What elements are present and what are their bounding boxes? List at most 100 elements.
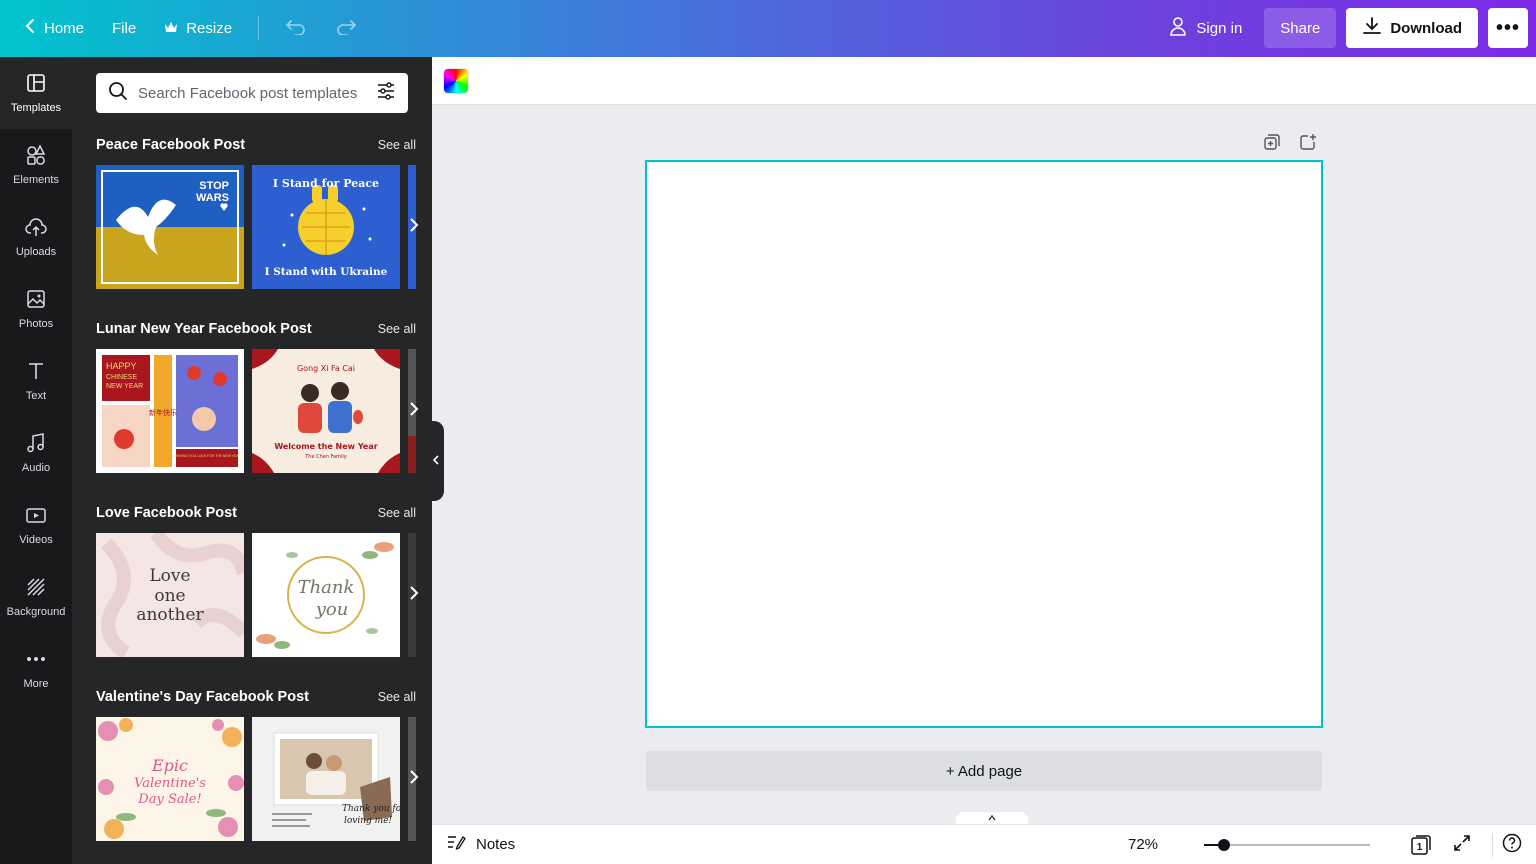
- notes-button[interactable]: Notes: [446, 833, 515, 855]
- zoom-slider-handle[interactable]: [1217, 839, 1230, 851]
- uploads-icon: [25, 216, 47, 241]
- page-actions: [1262, 132, 1318, 157]
- template-thumbnail[interactable]: HAPPY CHINESE NEW YEAR 新年快乐 WISHING YOU …: [96, 349, 244, 473]
- audio-icon: [25, 432, 47, 457]
- template-thumbnail[interactable]: Gong Xi Fa Cai Welcome the New Year The …: [252, 349, 400, 473]
- home-button[interactable]: Home: [12, 8, 96, 48]
- template-thumbnail[interactable]: Epic Valentine's Day Sale!: [96, 717, 244, 841]
- undo-button[interactable]: [273, 8, 319, 48]
- thumb-text: Thank you for: [342, 804, 400, 814]
- thumb-text: WARS: [196, 192, 229, 204]
- share-button[interactable]: Share: [1264, 8, 1337, 48]
- carousel-next-button[interactable]: [404, 215, 424, 239]
- section-header: Peace Facebook Post See all: [96, 135, 432, 155]
- rail-label: More: [23, 678, 49, 690]
- template-section-valentines: Valentine's Day Facebook Post See all Ep…: [96, 687, 432, 841]
- expand-icon: [1452, 833, 1472, 858]
- section-title: Peace Facebook Post: [96, 137, 246, 153]
- side-rail: Templates Elements Uploads Photos Text A…: [0, 57, 72, 864]
- page-count-button[interactable]: 1: [1410, 834, 1432, 856]
- bottom-bar: Notes 72% 1: [432, 824, 1536, 864]
- template-thumbnail[interactable]: Thank you: [252, 533, 400, 657]
- design-canvas-page[interactable]: [645, 160, 1323, 728]
- background-icon: [25, 576, 47, 601]
- template-thumbnail[interactable]: Thank you for loving me!: [252, 717, 400, 841]
- add-page-label: + Add page: [945, 762, 1023, 780]
- home-label: Home: [44, 19, 85, 37]
- filter-icon[interactable]: [376, 81, 396, 106]
- template-section-lunar-new-year: Lunar New Year Facebook Post See all HAP…: [96, 319, 432, 473]
- download-icon: [1362, 16, 1382, 40]
- help-button[interactable]: [1501, 833, 1523, 858]
- thumb-text: I Stand with Ukraine: [265, 266, 388, 278]
- editor-toolbar: [432, 57, 1536, 105]
- rail-item-templates[interactable]: Templates: [0, 57, 72, 129]
- rail-item-videos[interactable]: Videos: [0, 489, 72, 561]
- add-page-button[interactable]: + Add page: [646, 751, 1322, 791]
- zoom-slider[interactable]: [1204, 839, 1370, 851]
- rail-item-uploads[interactable]: Uploads: [0, 201, 72, 273]
- template-thumbnail[interactable]: I Stand for Peace I Stand with Ukraine: [252, 165, 400, 289]
- file-menu-button[interactable]: File: [100, 8, 148, 48]
- templates-panel: Peace Facebook Post See all STOP WARS: [72, 57, 432, 864]
- undo-icon: [285, 17, 307, 39]
- carousel-next-button[interactable]: [404, 583, 424, 607]
- carousel-next-button[interactable]: [404, 399, 424, 423]
- collapse-panel-button[interactable]: [428, 421, 444, 501]
- see-all-link[interactable]: See all: [378, 138, 432, 152]
- see-all-link[interactable]: See all: [378, 322, 432, 336]
- redo-button[interactable]: [323, 8, 369, 48]
- section-header: Love Facebook Post See all: [96, 503, 432, 523]
- carousel-next-button[interactable]: [404, 767, 424, 791]
- template-section-peace: Peace Facebook Post See all STOP WARS I …: [96, 135, 432, 289]
- user-icon: [1168, 16, 1188, 40]
- rail-item-more[interactable]: More: [0, 633, 72, 705]
- thumb-text: another: [136, 605, 204, 625]
- duplicate-page-icon[interactable]: [1262, 132, 1282, 157]
- add-page-icon[interactable]: [1298, 132, 1318, 157]
- rail-item-audio[interactable]: Audio: [0, 417, 72, 489]
- chevron-right-icon: [409, 217, 419, 238]
- fullscreen-button[interactable]: [1451, 834, 1473, 856]
- template-thumbnail[interactable]: Love one another: [96, 533, 244, 657]
- search-input[interactable]: [138, 84, 366, 102]
- rail-label: Photos: [18, 318, 54, 330]
- thumb-text: Welcome the New Year: [274, 442, 377, 451]
- redo-icon: [335, 17, 357, 39]
- rail-label: Templates: [10, 102, 62, 114]
- file-label: File: [112, 19, 137, 37]
- thumb-text: Valentine's: [134, 776, 206, 791]
- more-options-button[interactable]: •••: [1488, 8, 1528, 48]
- help-icon: [1502, 833, 1522, 858]
- download-label: Download: [1390, 19, 1462, 37]
- template-section-love: Love Facebook Post See all Love one anot…: [96, 503, 432, 657]
- template-thumbnail[interactable]: STOP WARS: [96, 165, 244, 289]
- ellipsis-icon: •••: [1495, 16, 1520, 39]
- chevron-right-icon: [409, 585, 419, 606]
- rail-item-background[interactable]: Background: [0, 561, 72, 633]
- thumb-text: you: [315, 599, 349, 620]
- sign-in-button[interactable]: Sign in: [1156, 8, 1254, 48]
- thumb-text: Love: [149, 566, 190, 586]
- rail-label: Audio: [21, 462, 51, 474]
- rail-item-text[interactable]: Text: [0, 345, 72, 417]
- download-button[interactable]: Download: [1346, 8, 1478, 48]
- elements-icon: [25, 144, 47, 169]
- thumb-text: HAPPY: [106, 361, 137, 371]
- sign-in-label: Sign in: [1196, 19, 1243, 37]
- see-all-link[interactable]: See all: [378, 506, 432, 520]
- resize-button[interactable]: Resize: [152, 8, 244, 48]
- chevron-left-icon: [24, 18, 36, 38]
- divider: [1492, 833, 1493, 857]
- color-picker-icon[interactable]: [444, 69, 468, 93]
- template-carousel: Love one another Thank you: [96, 533, 432, 657]
- zoom-level[interactable]: 72%: [1128, 836, 1158, 853]
- crown-icon: [164, 20, 178, 37]
- rail-item-elements[interactable]: Elements: [0, 129, 72, 201]
- thumb-text: 新年快乐: [149, 408, 177, 417]
- thumb-text: Gong Xi Fa Cai: [297, 364, 355, 373]
- see-all-link[interactable]: See all: [378, 690, 432, 704]
- rail-item-photos[interactable]: Photos: [0, 273, 72, 345]
- thumb-text: Thank: [298, 577, 355, 598]
- rail-label: Uploads: [15, 246, 57, 258]
